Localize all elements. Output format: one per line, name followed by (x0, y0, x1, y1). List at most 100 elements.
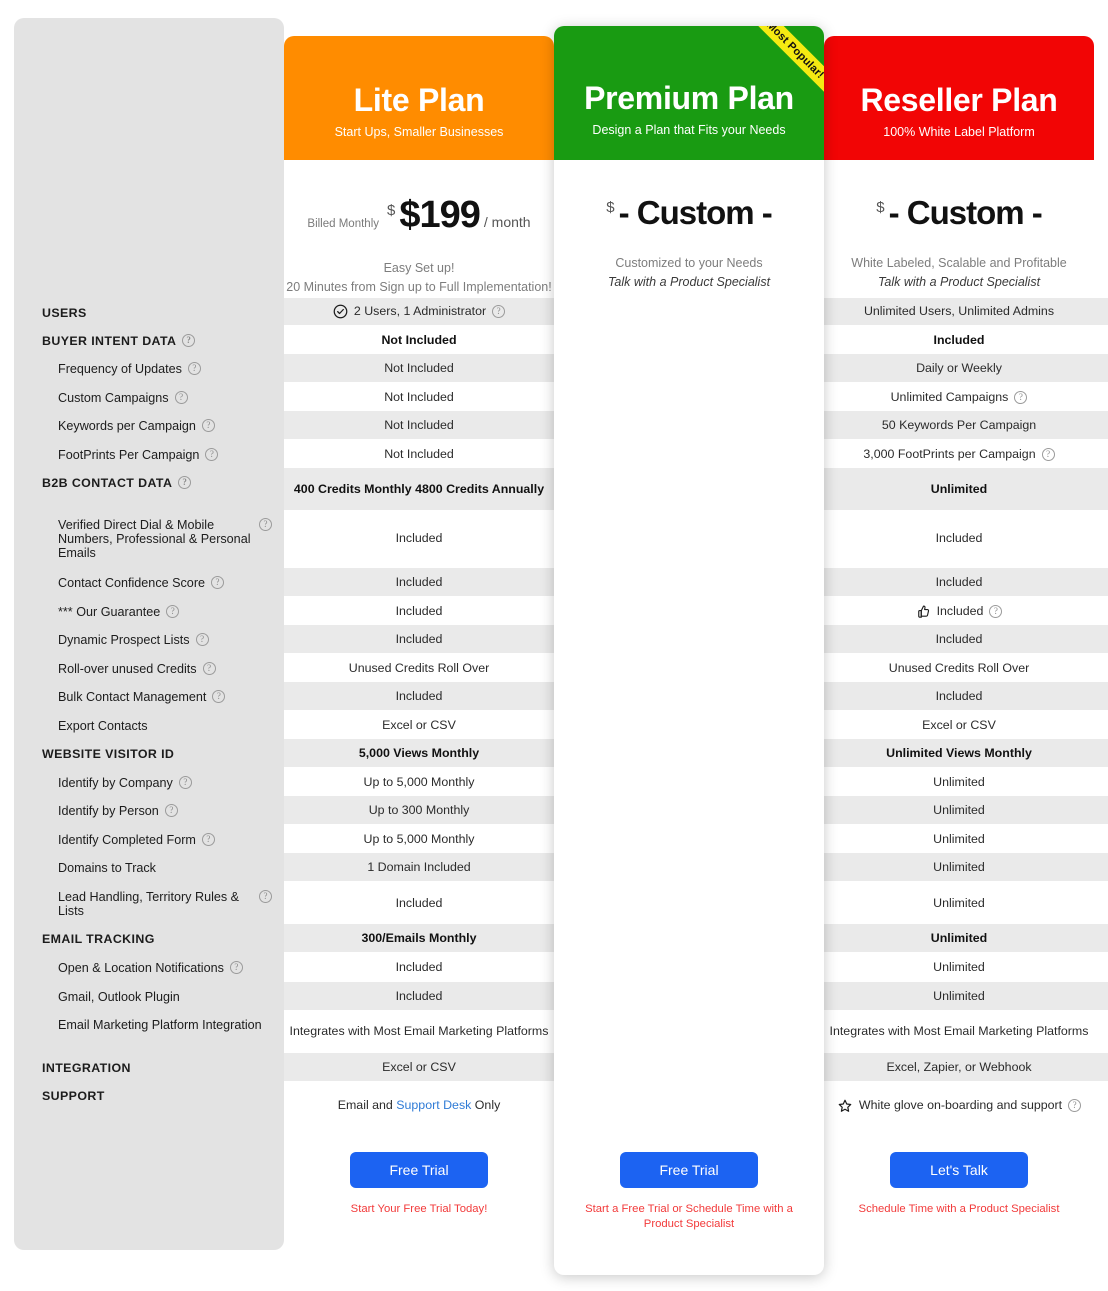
feature-label-domains-to-track: Domains to Track (58, 861, 272, 875)
cell-lite-gmail-outlook-plugin: Included (284, 982, 554, 1010)
help-icon[interactable]: ? (201, 833, 215, 846)
cell-reseller-email-marketing-platform-integration: Integrates with Most Email Marketing Pla… (824, 1010, 1094, 1053)
cell-text: Included (935, 688, 983, 703)
cell-text: Not Included (384, 360, 454, 375)
cell-lite-open-location-notifications: Included (284, 953, 554, 981)
help-icon[interactable]: ? (178, 476, 192, 489)
feature-label-text: FootPrints Per Campaign (58, 448, 200, 462)
cta-block-lite: Free Trial Start Your Free Trial Today! (284, 1152, 554, 1217)
currency-symbol-reseller: $ (876, 199, 885, 216)
feature-label-text: WEBSITE VISITOR ID (42, 747, 175, 761)
feature-label-text: B2B CONTACT DATA (42, 476, 173, 490)
feature-label-buyer-intent-data: BUYER INTENT DATA? (42, 334, 272, 348)
cell-lite-identify-by-person: Up to 300 Monthly (284, 796, 554, 824)
cell-text: Unlimited (933, 895, 985, 910)
cell-reseller-our-guarantee: Included? (824, 597, 1094, 625)
price-amount-premium: - Custom - (618, 194, 773, 231)
help-icon[interactable]: ? (1041, 447, 1055, 461)
cta-block-reseller: Let's Talk Schedule Time with a Product … (824, 1152, 1094, 1217)
help-icon[interactable]: ? (178, 776, 192, 789)
feature-label-text: *** Our Guarantee (58, 605, 161, 619)
cell-text: Included (395, 895, 443, 910)
cell-reseller-email-tracking: Unlimited (824, 924, 1094, 952)
plan-header-premium: Most Popular! Premium Plan Design a Plan… (554, 26, 824, 160)
lets-talk-button-reseller[interactable]: Let's Talk (890, 1152, 1028, 1188)
help-icon[interactable]: ? (174, 391, 188, 404)
cell-lite-contact-confidence-score: Included (284, 568, 554, 596)
feature-label-website-visitor-id: WEBSITE VISITOR ID (42, 747, 272, 761)
cell-reseller-gmail-outlook-plugin: Unlimited (824, 982, 1094, 1010)
cell-text: Not Included (381, 332, 457, 347)
cell-lite-keywords-per-campaign: Not Included (284, 411, 554, 439)
help-icon[interactable]: ? (212, 690, 226, 703)
cell-text: Included (395, 688, 443, 703)
feature-label-users: USERS (42, 306, 272, 320)
cell-reseller-support: White glove on-boarding and support? (824, 1081, 1094, 1130)
help-icon[interactable]: ? (211, 576, 225, 589)
cell-reseller-roll-over-unused-credits: Unused Credits Roll Over (824, 654, 1094, 682)
cell-text: Included (395, 531, 443, 546)
cell-lite-bulk-contact-management: Included (284, 682, 554, 710)
help-icon[interactable]: ? (187, 362, 201, 375)
cell-reseller-lead-handling-territory-rules-lists: Unlimited (824, 882, 1094, 924)
feature-label-export-contacts: Export Contacts (58, 719, 272, 733)
help-icon[interactable]: ? (1014, 390, 1028, 404)
cell-lite-verified-direct-dial-mobile-numbers-professional-personal-emails: Included (284, 510, 554, 567)
feature-label-identify-by-company: Identify by Company? (58, 776, 272, 790)
feature-label-identify-completed-form: Identify Completed Form? (58, 833, 272, 847)
cell-lite-email-marketing-platform-integration: Integrates with Most Email Marketing Pla… (284, 1010, 554, 1053)
help-icon[interactable]: ? (492, 305, 506, 318)
help-icon[interactable]: ? (259, 518, 272, 531)
free-trial-button-premium[interactable]: Free Trial (620, 1152, 758, 1188)
check-circle-icon (333, 304, 348, 319)
cell-text: Unlimited Views Monthly (886, 745, 1032, 760)
star-icon (837, 1098, 853, 1114)
cta-note-reseller: Schedule Time with a Product Specialist (858, 1203, 1060, 1215)
help-icon[interactable]: ? (989, 604, 1003, 618)
help-icon[interactable]: ? (205, 448, 219, 461)
feature-label-text: Open & Location Notifications (58, 961, 224, 975)
plan-header-lite: Lite Plan Start Ups, Smaller Businesses (284, 36, 554, 160)
feature-label-text: Identify by Person (58, 804, 159, 818)
feature-label-frequency-of-updates: Frequency of Updates? (58, 362, 272, 376)
cell-text: Included (935, 574, 983, 589)
cell-reseller-website-visitor-id: Unlimited Views Monthly (824, 739, 1094, 767)
help-icon[interactable]: ? (202, 662, 216, 675)
cell-lite-frequency-of-updates: Not Included (284, 354, 554, 382)
help-icon[interactable]: ? (182, 334, 196, 347)
help-icon[interactable]: ? (229, 961, 243, 974)
feature-label-email-tracking: EMAIL TRACKING (42, 932, 272, 946)
help-icon[interactable]: ? (201, 419, 215, 432)
feature-label-our-guarantee: *** Our Guarantee? (58, 605, 272, 619)
feature-label-text: Roll-over unused Credits (58, 662, 197, 676)
feature-label-identify-by-person: Identify by Person? (58, 804, 272, 818)
cell-text: Up to 300 Monthly (368, 802, 470, 817)
help-icon[interactable]: ? (195, 633, 209, 646)
cell-text: 1 Domain Included (367, 859, 471, 874)
cell-lite-website-visitor-id: 5,000 Views Monthly (284, 739, 554, 767)
help-icon[interactable]: ? (1068, 1099, 1082, 1112)
cell-text: Unlimited Campaigns (890, 389, 1009, 404)
cell-text: 50 Keywords Per Campaign (881, 417, 1037, 432)
price-amount-reseller: - Custom - (888, 194, 1043, 231)
feature-label-open-location-notifications: Open & Location Notifications? (58, 961, 272, 975)
currency-symbol-premium: $ (606, 199, 615, 216)
cell-reseller-frequency-of-updates: Daily or Weekly (824, 354, 1094, 382)
help-icon[interactable]: ? (164, 804, 178, 817)
feature-label-dynamic-prospect-lists: Dynamic Prospect Lists? (58, 633, 272, 647)
free-trial-button-lite[interactable]: Free Trial (350, 1152, 488, 1188)
help-icon[interactable]: ? (166, 605, 180, 618)
cell-text: Unlimited Users, Unlimited Admins (863, 304, 1055, 319)
support-desk-link[interactable]: Support Desk (396, 1098, 471, 1112)
billed-label-lite: Billed Monthly (307, 218, 379, 230)
help-icon[interactable]: ? (259, 890, 272, 903)
feature-label-b2b-contact-data: B2B CONTACT DATA? (42, 476, 272, 490)
plan-subtitle-premium: Design a Plan that Fits your Needs (592, 123, 786, 137)
cell-text: Email and Support Desk Only (337, 1098, 501, 1113)
feature-label-text: Email Marketing Platform Integration (58, 1018, 262, 1032)
cell-text: Integrates with Most Email Marketing Pla… (289, 1024, 549, 1039)
cell-text: 400 Credits Monthly 4800 Credits Annuall… (293, 481, 545, 496)
feature-label-text: Contact Confidence Score (58, 576, 206, 590)
feature-label-custom-campaigns: Custom Campaigns? (58, 391, 272, 405)
currency-symbol-lite: $ (387, 202, 396, 219)
